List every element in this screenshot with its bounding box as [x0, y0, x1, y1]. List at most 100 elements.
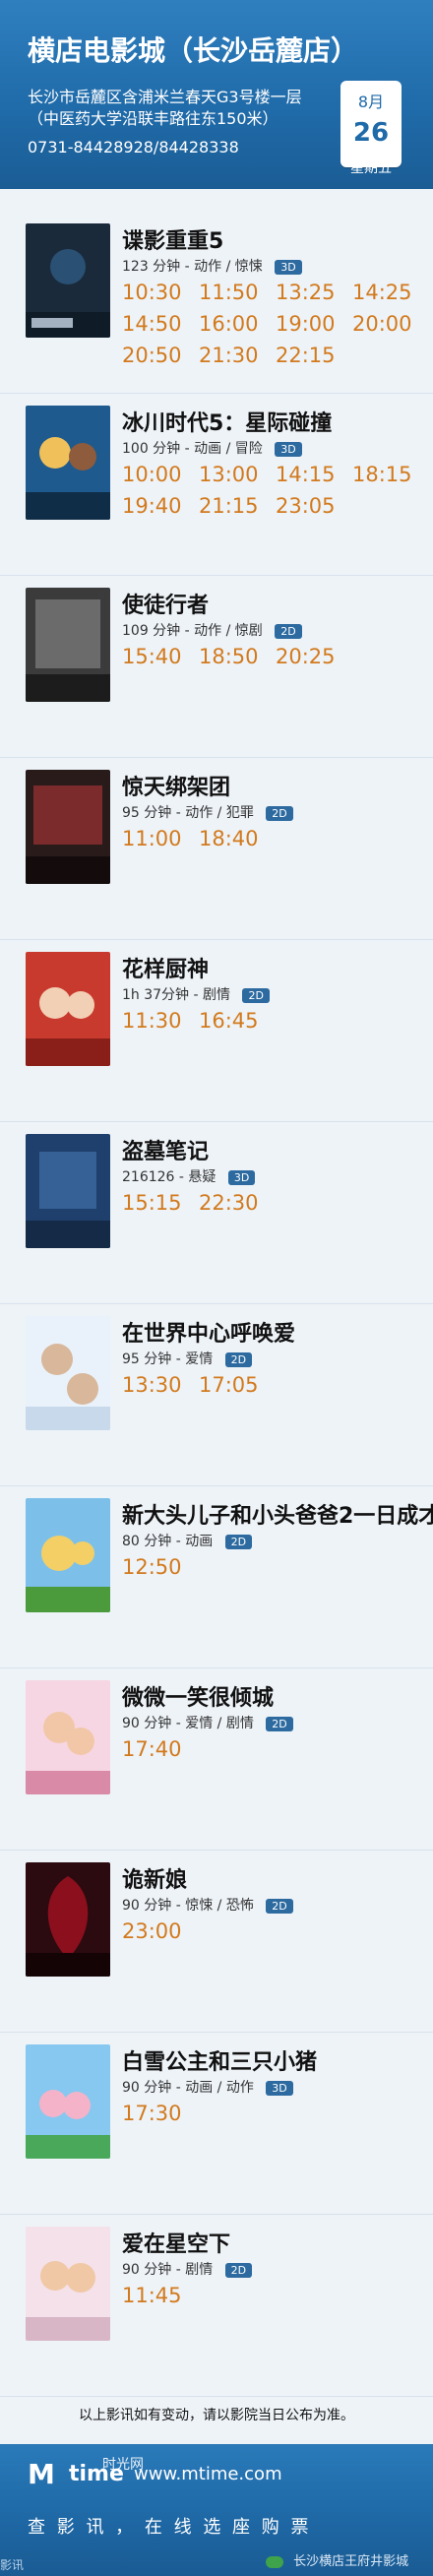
movie-item[interactable]: 冰川时代5：星际碰撞 100 分钟 - 动画 / 冒险 3D 10:00 13:…	[0, 394, 433, 576]
movie-poster-image	[26, 1134, 110, 1248]
movie-details: 109 分钟 - 动作 / 惊剧	[122, 623, 263, 639]
showtime[interactable]: 23:00	[122, 1919, 189, 1943]
movie-meta: 100 分钟 - 动画 / 冒险 3D	[122, 438, 302, 458]
showtimes: 17:30	[122, 2102, 433, 2125]
movie-item[interactable]: 盗墓笔记 216126 - 悬疑 3D 15:15 22:30	[0, 1122, 433, 1304]
showtime[interactable]: 13:00	[199, 463, 266, 486]
showtime[interactable]: 20:50	[122, 344, 189, 367]
format-badge: 2D	[266, 1898, 293, 1914]
movie-item[interactable]: 白雪公主和三只小猪 90 分钟 - 动画 / 动作 3D 17:30	[0, 2033, 433, 2215]
mtime-website[interactable]: www.mtime.com	[134, 2464, 282, 2484]
address-line-1: 长沙市岳麓区含浦米兰春天G3号楼一层	[28, 88, 302, 106]
showtime[interactable]: 15:15	[122, 1191, 189, 1215]
mtime-logo-letter: M	[28, 2458, 55, 2490]
movie-item[interactable]: 花样厨神 1h 37分钟 - 剧情 2D 11:30 16:45	[0, 940, 433, 1122]
showtime[interactable]: 12:50	[122, 1555, 189, 1579]
showtime[interactable]: 11:50	[199, 281, 266, 304]
format-badge: 2D	[266, 805, 293, 821]
showtime[interactable]: 22:30	[199, 1191, 266, 1215]
format-badge: 2D	[275, 623, 302, 639]
showtime[interactable]: 18:15	[352, 463, 419, 486]
movie-meta: 109 分钟 - 动作 / 惊剧 2D	[122, 620, 302, 640]
movie-poster-image	[26, 588, 110, 702]
movie-item[interactable]: 谍影重重5 123 分钟 - 动作 / 惊悚 3D 10:30 11:50 13…	[0, 212, 433, 394]
showtime[interactable]: 11:45	[122, 2284, 189, 2307]
movie-details: 95 分钟 - 动作 / 犯罪	[122, 805, 254, 821]
format-badge: 3D	[275, 441, 302, 457]
showtime[interactable]: 14:50	[122, 312, 189, 336]
movie-item[interactable]: 新大头儿子和小头爸爸2一日成才 80 分钟 - 动画 2D 12:50	[0, 1486, 433, 1668]
showtime[interactable]: 11:30	[122, 1009, 189, 1033]
movie-details: 90 分钟 - 爱情 / 剧情	[122, 1716, 254, 1731]
showtime[interactable]: 16:00	[199, 312, 266, 336]
showtime[interactable]: 21:30	[199, 344, 266, 367]
showtime[interactable]: 18:40	[199, 827, 266, 850]
wechat-icon	[266, 2555, 283, 2568]
showtime[interactable]: 17:40	[122, 1737, 189, 1761]
movie-meta: 90 分钟 - 爱情 / 剧情 2D	[122, 1713, 293, 1732]
movie-item[interactable]: 诡新娘 90 分钟 - 惊悚 / 恐怖 2D 23:00	[0, 1851, 433, 2033]
format-badge: 2D	[224, 2262, 253, 2278]
movie-title: 盗墓笔记	[122, 1140, 210, 1164]
movie-title: 在世界中心呼唤爱	[122, 1322, 296, 1347]
movie-item[interactable]: 在世界中心呼唤爱 95 分钟 - 爱情 2D 13:30 17:05	[0, 1304, 433, 1486]
movie-details: 123 分钟 - 动作 / 惊悚	[122, 259, 263, 275]
movie-details: 90 分钟 - 剧情	[122, 2262, 214, 2278]
showtime[interactable]: 16:45	[199, 1009, 266, 1033]
movie-details: 95 分钟 - 爱情	[122, 1351, 214, 1367]
showtimes: 13:30 17:05	[122, 1373, 433, 1397]
showtime[interactable]: 19:40	[122, 494, 189, 518]
showtime[interactable]: 17:30	[122, 2102, 189, 2125]
showtime[interactable]: 13:25	[276, 281, 342, 304]
showtimes: 10:00 13:00 14:15 18:15 19:40 21:15 23:0…	[122, 463, 433, 518]
showtime[interactable]: 23:05	[276, 494, 342, 518]
movie-item[interactable]: 使徒行者 109 分钟 - 动作 / 惊剧 2D 15:40 18:50 20:…	[0, 576, 433, 758]
format-badge: 3D	[227, 1169, 256, 1185]
movie-meta: 123 分钟 - 动作 / 惊悚 3D	[122, 256, 302, 276]
movie-poster-image	[26, 2227, 110, 2341]
showtime[interactable]: 10:30	[122, 281, 189, 304]
format-badge: 3D	[266, 2080, 293, 2096]
movie-title: 新大头儿子和小头爸爸2一日成才	[122, 1504, 433, 1529]
showtime[interactable]: 11:00	[122, 827, 189, 850]
showtime[interactable]: 17:05	[199, 1373, 266, 1397]
movie-meta: 90 分钟 - 惊悚 / 恐怖 2D	[122, 1895, 293, 1915]
movie-meta: 90 分钟 - 动画 / 动作 3D	[122, 2077, 293, 2097]
format-badge: 2D	[224, 1534, 253, 1549]
showtime[interactable]: 19:00	[276, 312, 342, 336]
movie-title: 谍影重重5	[122, 229, 224, 254]
showtime[interactable]: 20:25	[276, 645, 342, 668]
movie-poster-image	[26, 223, 110, 338]
date-day: 26	[352, 118, 390, 148]
showtimes: 15:15 22:30	[122, 1191, 433, 1215]
movie-details: 1h 37分钟 - 剧情	[122, 987, 230, 1003]
showtime[interactable]: 15:40	[122, 645, 189, 668]
movie-poster-image	[26, 406, 110, 520]
movie-poster-image	[26, 1680, 110, 1794]
movie-item[interactable]: 微微一笑很倾城 90 分钟 - 爱情 / 剧情 2D 17:40	[0, 1668, 433, 1851]
showtime[interactable]: 14:25	[352, 281, 419, 304]
format-badge: 3D	[275, 259, 302, 275]
movie-poster-image	[26, 1316, 110, 1430]
showtime[interactable]: 10:00	[122, 463, 189, 486]
cinema-title: 横店电影城（长沙岳麓店）	[28, 34, 359, 67]
showtime[interactable]: 13:30	[122, 1373, 189, 1397]
movie-item[interactable]: 惊天绑架团 95 分钟 - 动作 / 犯罪 2D 11:00 18:40	[0, 758, 433, 940]
showtime[interactable]: 20:00	[352, 312, 419, 336]
showtime[interactable]: 21:15	[199, 494, 266, 518]
showtime[interactable]: 14:15	[276, 463, 342, 486]
showtime[interactable]: 18:50	[199, 645, 266, 668]
movie-meta: 90 分钟 - 剧情 2D	[122, 2259, 253, 2279]
showtimes: 15:40 18:50 20:25	[122, 645, 433, 668]
movie-list: 谍影重重5 123 分钟 - 动作 / 惊悚 3D 10:30 11:50 13…	[0, 212, 433, 2397]
showtimes: 10:30 11:50 13:25 14:25 14:50 16:00 19:0…	[122, 281, 433, 367]
movie-title: 白雪公主和三只小猪	[122, 2050, 318, 2075]
movie-details: 90 分钟 - 动画 / 动作	[122, 2080, 254, 2096]
movie-title: 惊天绑架团	[122, 776, 231, 800]
cinema-address: 长沙市岳麓区含浦米兰春天G3号楼一层 （中医药大学沿联丰路往东150米）	[28, 87, 342, 130]
address-line-2: （中医药大学沿联丰路往东150米）	[28, 109, 278, 128]
movie-poster-image	[26, 2044, 110, 2159]
header-divider	[0, 189, 433, 197]
showtime[interactable]: 22:15	[276, 344, 342, 367]
movie-item[interactable]: 爱在星空下 90 分钟 - 剧情 2D 11:45	[0, 2215, 433, 2397]
